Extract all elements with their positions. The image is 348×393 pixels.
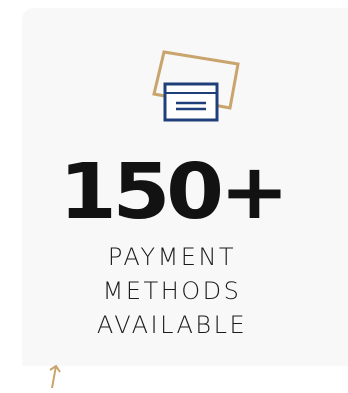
stat-label-line-2: METHODS (102, 277, 242, 305)
stat-label-line-1: PAYMENT (107, 243, 237, 271)
stat-label-line-3: AVAILABLE (96, 311, 248, 339)
stat-value: 150+ (59, 148, 289, 237)
credit-card-icon (152, 50, 240, 122)
decorative-arrow-icon (49, 364, 61, 389)
stat-label: PAYMENT METHODS AVAILABLE (22, 240, 322, 342)
